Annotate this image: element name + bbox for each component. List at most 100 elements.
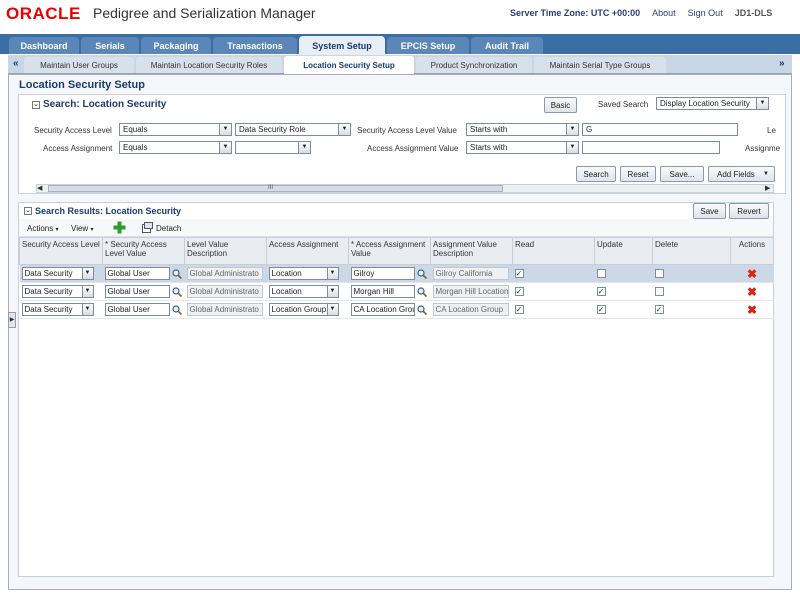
table-row[interactable]: Data Security ▼ Global User Global Administ… xyxy=(19,282,774,301)
chevron-down-icon: ▼ xyxy=(338,124,350,135)
assignment-value-input[interactable]: CA Location Grou xyxy=(350,303,415,316)
security-access-level-value-operator[interactable]: Starts with ▼ xyxy=(466,123,579,136)
delete-row-icon[interactable]: ✖ xyxy=(730,264,774,283)
chevron-down-icon: ▾ xyxy=(90,227,94,233)
col-level-value-description[interactable]: Level Value Description xyxy=(184,237,267,265)
security-access-level-value-input[interactable]: G xyxy=(582,123,738,136)
search-button[interactable]: Search xyxy=(576,166,616,182)
save-search-button[interactable]: Save... xyxy=(660,166,704,182)
access-assignment-value-operator[interactable]: Starts with ▼ xyxy=(466,141,579,154)
security-access-level-label: Security Access Level xyxy=(34,126,112,135)
search-icon[interactable] xyxy=(416,304,427,315)
col-security-access-level-value[interactable]: * Security Access Level Value xyxy=(102,237,185,265)
level-value-input[interactable]: Global User xyxy=(104,285,170,298)
search-icon[interactable] xyxy=(171,286,182,297)
chevron-down-icon: ▼ xyxy=(219,142,231,153)
add-row-icon[interactable] xyxy=(113,221,126,234)
security-access-level-value-select[interactable]: Data Security Role ▼ xyxy=(235,123,351,136)
scroll-right-arrow-icon[interactable]: ▶ xyxy=(765,184,770,192)
search-icon[interactable] xyxy=(416,268,427,279)
access-assignment-select[interactable]: Location ▼ xyxy=(268,285,339,298)
tab-audit-trail[interactable]: Audit Trail xyxy=(471,37,543,54)
col-access-assignment[interactable]: Access Assignment xyxy=(266,237,349,265)
level-description-label: Le xyxy=(767,126,776,135)
tab-serials[interactable]: Serials xyxy=(81,37,139,54)
scrollbar-grip: III xyxy=(268,185,274,191)
security-access-level-select[interactable]: Data Security ▼ xyxy=(21,285,94,298)
subtab-maintain-user-groups[interactable]: Maintain User Groups xyxy=(24,57,134,73)
collapse-search-icon[interactable]: ⌄ xyxy=(32,101,40,109)
app-title: Pedigree and Serialization Manager xyxy=(93,5,316,21)
access-assignment-select[interactable]: Location Group ▼ xyxy=(268,303,339,316)
search-icon[interactable] xyxy=(171,268,182,279)
detach-icon[interactable] xyxy=(142,222,153,233)
table-row[interactable]: Data Security ▼ Global User Global Administ… xyxy=(19,264,774,283)
delete-checkbox[interactable] xyxy=(654,269,664,278)
search-title: Search: Location Security xyxy=(43,99,167,110)
search-icon[interactable] xyxy=(416,286,427,297)
subtab-maintain-location-security-roles[interactable]: Maintain Location Security Roles xyxy=(136,57,282,73)
col-assignment-value-description[interactable]: Assignment Value Description xyxy=(430,237,513,265)
access-assignment-value-input[interactable] xyxy=(582,141,720,154)
update-checkbox[interactable]: ✓ xyxy=(596,305,606,314)
delete-checkbox[interactable]: ✓ xyxy=(654,305,664,314)
col-access-assignment-value[interactable]: * Access Assignment Value xyxy=(348,237,431,265)
revert-button[interactable]: Revert xyxy=(729,203,769,219)
basic-button[interactable]: Basic xyxy=(544,97,577,113)
side-panel-toggle-icon[interactable]: ▶ xyxy=(8,312,16,328)
subtab-maintain-serial-type-groups[interactable]: Maintain Serial Type Groups xyxy=(534,57,666,73)
tab-system-setup[interactable]: System Setup xyxy=(299,36,385,55)
read-checkbox[interactable]: ✓ xyxy=(514,305,524,314)
table-row[interactable]: Data Security ▼ Global User Global Administ… xyxy=(19,300,774,319)
security-access-level-select[interactable]: Data Security ▼ xyxy=(21,303,94,316)
chevron-down-icon: ▼ xyxy=(566,124,578,135)
tab-transactions[interactable]: Transactions xyxy=(213,37,297,54)
page-title: Location Security Setup xyxy=(19,79,145,91)
chevron-down-icon: ▼ xyxy=(298,142,310,153)
reset-button[interactable]: Reset xyxy=(620,166,656,182)
scroll-left-arrow-icon[interactable]: ◀ xyxy=(37,184,42,192)
chevron-down-icon: ▼ xyxy=(81,268,93,279)
results-title: Search Results: Location Security xyxy=(35,206,182,216)
access-assignment-value-select[interactable]: ▼ xyxy=(235,141,311,154)
saved-search-select[interactable]: Display Location Security ▼ xyxy=(656,97,769,110)
actions-menu[interactable]: Actions ▾ xyxy=(27,224,58,233)
results-save-button[interactable]: Save xyxy=(693,203,726,219)
collapse-results-icon[interactable]: ⌄ xyxy=(24,207,32,215)
level-description-field: Global Administrato xyxy=(186,267,263,280)
col-read[interactable]: Read xyxy=(512,237,595,265)
access-assignment-select[interactable]: Location ▼ xyxy=(268,267,339,280)
security-access-level-select[interactable]: Data Security ▼ xyxy=(21,267,94,280)
read-checkbox[interactable]: ✓ xyxy=(514,269,524,278)
assignment-value-input[interactable]: Morgan Hill xyxy=(350,285,415,298)
scroll-right-icon[interactable]: » xyxy=(779,58,785,69)
about-link[interactable]: About xyxy=(652,8,676,18)
col-delete[interactable]: Delete xyxy=(652,237,731,265)
access-assignment-operator[interactable]: Equals ▼ xyxy=(119,141,232,154)
delete-row-icon[interactable]: ✖ xyxy=(730,282,774,301)
update-checkbox[interactable] xyxy=(596,269,606,278)
col-update[interactable]: Update xyxy=(594,237,653,265)
read-checkbox[interactable]: ✓ xyxy=(514,287,524,296)
tab-dashboard[interactable]: Dashboard xyxy=(9,37,79,54)
scrollbar-thumb[interactable] xyxy=(48,185,503,192)
scroll-left-icon[interactable]: « xyxy=(13,58,19,69)
security-access-level-operator[interactable]: Equals ▼ xyxy=(119,123,232,136)
tab-packaging[interactable]: Packaging xyxy=(141,37,211,54)
level-value-input[interactable]: Global User xyxy=(104,303,170,316)
view-menu[interactable]: View ▾ xyxy=(71,224,93,233)
col-security-access-level[interactable]: Security Access Level xyxy=(19,237,103,265)
search-icon[interactable] xyxy=(171,304,182,315)
chevron-down-icon: ▼ xyxy=(81,304,93,315)
sign-out-link[interactable]: Sign Out xyxy=(688,8,723,18)
update-checkbox[interactable]: ✓ xyxy=(596,287,606,296)
add-fields-button[interactable]: Add Fields ▼ xyxy=(708,166,775,182)
subtab-location-security-setup[interactable]: Location Security Setup xyxy=(284,56,414,74)
assignment-value-input[interactable]: Gilroy xyxy=(350,267,415,280)
delete-row-icon[interactable]: ✖ xyxy=(730,300,774,319)
subtab-product-synchronization[interactable]: Product Synchronization xyxy=(416,57,532,73)
tab-epcis-setup[interactable]: EPCIS Setup xyxy=(387,37,469,54)
level-value-input[interactable]: Global User xyxy=(104,267,170,280)
detach-button[interactable]: Detach xyxy=(156,224,181,233)
delete-checkbox[interactable] xyxy=(654,287,664,296)
